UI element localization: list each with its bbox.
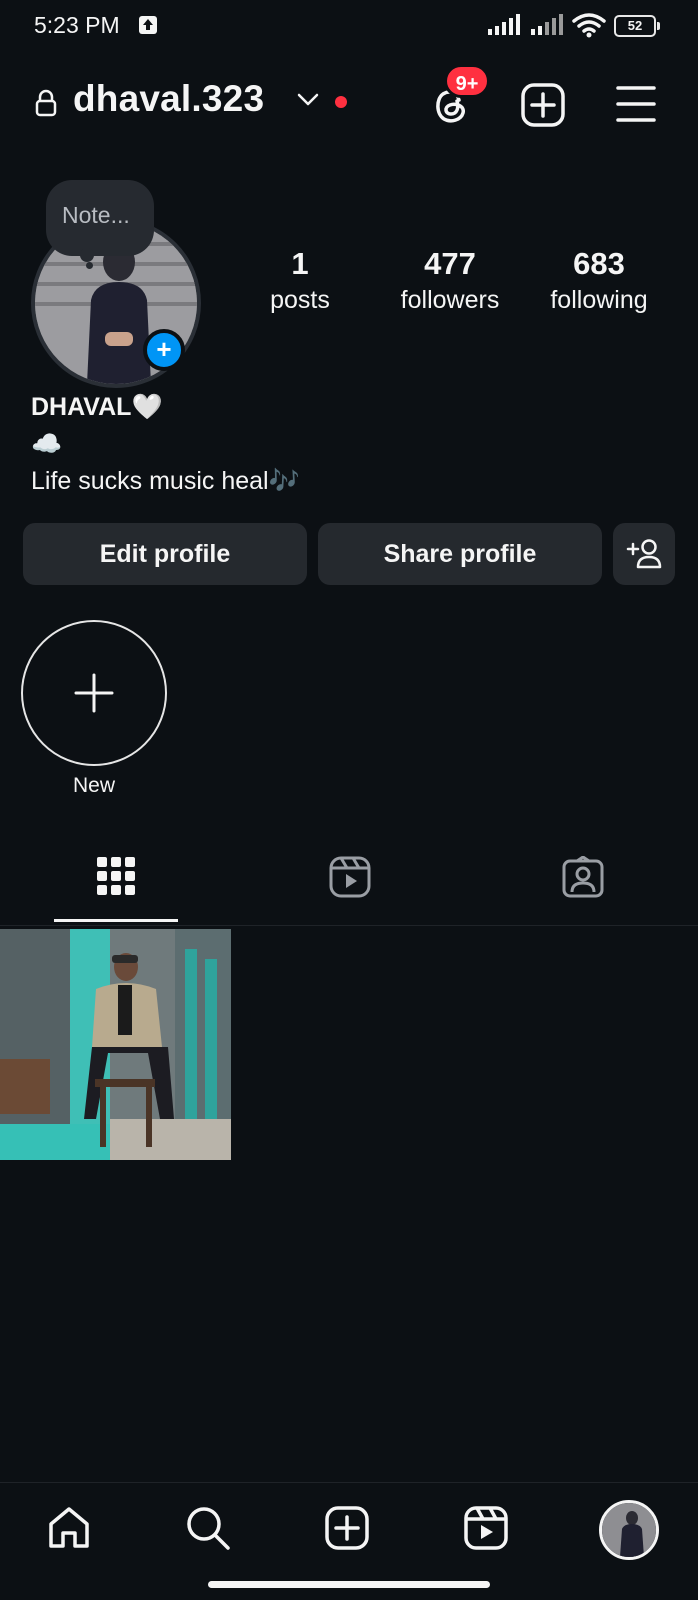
lock-icon: [35, 89, 57, 117]
tab-reels[interactable]: [299, 850, 399, 922]
signal-icon: [488, 14, 520, 35]
battery-level: 52: [614, 15, 656, 37]
username-switcher[interactable]: dhaval.323: [73, 78, 264, 120]
posts-label: posts: [270, 286, 330, 314]
new-highlight-label: New: [72, 774, 115, 797]
following-count: 683: [573, 246, 625, 281]
add-person-icon: [626, 539, 662, 569]
home-indicator[interactable]: [208, 1581, 490, 1588]
account-alert-dot: [335, 96, 347, 108]
note-placeholder: Note...: [62, 202, 130, 228]
followers-count: 477: [424, 246, 476, 281]
reels-icon: [464, 1506, 508, 1550]
display-name: DHAVAL🤍: [31, 393, 163, 421]
notification-badge: 9+: [444, 64, 490, 98]
tabs-divider: [0, 925, 698, 926]
reels-icon: [329, 856, 371, 898]
followers-stat[interactable]: 477 followers: [385, 244, 515, 316]
profile-header: dhaval.323 9+: [0, 64, 698, 134]
plus-icon: [74, 673, 114, 713]
note-bubble[interactable]: Note...: [46, 180, 154, 256]
edit-profile-button[interactable]: Edit profile: [23, 523, 307, 585]
nav-search[interactable]: [184, 1504, 236, 1556]
nav-home[interactable]: [45, 1504, 97, 1556]
note-tail: [80, 248, 94, 262]
create-icon: [325, 1506, 369, 1550]
profile-screen: 5:23 PM 52 dhaval.323 9+ + Note... 1 pos…: [0, 0, 698, 1600]
battery-icon: 52: [614, 15, 660, 37]
discover-people-button[interactable]: [613, 523, 675, 585]
home-icon: [49, 1507, 89, 1548]
following-label: following: [550, 286, 648, 314]
share-profile-button[interactable]: Share profile: [318, 523, 602, 585]
tagged-icon: [562, 856, 604, 898]
chevron-down-icon[interactable]: [297, 93, 319, 107]
nav-reels[interactable]: [462, 1504, 514, 1556]
tab-tagged[interactable]: [532, 850, 632, 922]
bio-line: ☁️: [31, 430, 63, 458]
new-highlight-button[interactable]: [21, 620, 167, 766]
tab-posts-grid[interactable]: [66, 850, 166, 922]
posts-count: 1: [291, 246, 309, 281]
following-stat[interactable]: 683 following: [536, 244, 662, 316]
nav-profile-avatar[interactable]: [599, 1500, 659, 1560]
bio-line: Life sucks music heal🎶: [31, 467, 300, 495]
grid-icon: [97, 857, 135, 895]
profile-avatar: [602, 1503, 656, 1557]
status-bar: 5:23 PM 52: [0, 0, 698, 52]
post-photo: [0, 929, 231, 1160]
post-thumbnail[interactable]: [0, 929, 231, 1160]
nav-create[interactable]: [323, 1504, 375, 1556]
add-story-button[interactable]: +: [143, 329, 185, 371]
posts-stat[interactable]: 1 posts: [252, 244, 348, 316]
note-tail: [86, 262, 93, 269]
active-tab-indicator: [54, 919, 178, 922]
upload-icon: [139, 16, 157, 34]
status-time: 5:23 PM: [34, 12, 120, 38]
create-icon[interactable]: [520, 82, 566, 128]
signal-icon: [531, 14, 563, 35]
menu-icon[interactable]: [614, 82, 658, 126]
wifi-icon: [572, 13, 606, 38]
search-icon: [187, 1507, 230, 1550]
followers-label: followers: [400, 286, 500, 314]
nav-divider: [0, 1482, 698, 1483]
